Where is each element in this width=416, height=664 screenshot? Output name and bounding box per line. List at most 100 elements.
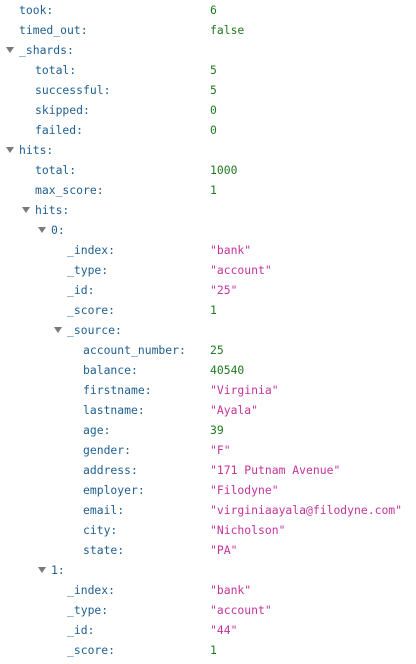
json-value: "Ayala" xyxy=(210,403,259,417)
json-key: failed: xyxy=(35,123,84,137)
expand-toggle-icon[interactable] xyxy=(54,327,62,333)
json-value: "Nicholson" xyxy=(210,523,286,537)
json-value: "account" xyxy=(210,603,272,617)
json-field-row: address: "171 Putnam Avenue" xyxy=(0,460,416,480)
json-key: balance: xyxy=(83,363,138,377)
json-node-row[interactable]: 1: xyxy=(0,560,416,580)
json-key: _index: xyxy=(67,583,116,597)
json-key: took: xyxy=(19,3,54,17)
json-key: employer: xyxy=(83,483,145,497)
json-key: _score: xyxy=(67,643,116,657)
json-value: "bank" xyxy=(210,583,252,597)
json-value: 40540 xyxy=(210,363,245,377)
json-key: _source: xyxy=(67,323,122,337)
json-key: _id: xyxy=(67,623,95,637)
json-value: 1 xyxy=(210,643,217,657)
json-value: "account" xyxy=(210,263,272,277)
json-field-row: _index: "bank" xyxy=(0,580,416,600)
json-value: "25" xyxy=(210,283,238,297)
json-field-row: state: "PA" xyxy=(0,540,416,560)
json-value: "Virginia" xyxy=(210,383,279,397)
expand-toggle-icon[interactable] xyxy=(38,567,46,573)
json-field-row: gender: "F" xyxy=(0,440,416,460)
json-field-row: employer: "Filodyne" xyxy=(0,480,416,500)
json-field-row: email: "virginiaayala@filodyne.com" xyxy=(0,500,416,520)
json-key: _index: xyxy=(67,243,116,257)
json-value: 39 xyxy=(210,423,224,437)
json-key: hits: xyxy=(19,143,54,157)
json-value: 6 xyxy=(210,3,217,17)
json-viewer: took: 6 timed_out: false _shards: total: 5 succ… xyxy=(0,0,416,664)
json-node-row[interactable]: hits: xyxy=(0,140,416,160)
json-field-row: city: "Nicholson" xyxy=(0,520,416,540)
json-field-row: _type: "account" xyxy=(0,260,416,280)
json-value: 1 xyxy=(210,183,217,197)
json-value: "44" xyxy=(210,623,238,637)
json-key: gender: xyxy=(83,443,132,457)
json-node-row[interactable]: _shards: xyxy=(0,40,416,60)
json-field-row: balance: 40540 xyxy=(0,360,416,380)
json-field-row: _id: "25" xyxy=(0,280,416,300)
json-key: skipped: xyxy=(35,103,90,117)
json-key: state: xyxy=(83,543,125,557)
json-field-row: firstname: "Virginia" xyxy=(0,380,416,400)
json-key: total: xyxy=(35,63,77,77)
json-field-row: age: 39 xyxy=(0,420,416,440)
json-field-row: _index: "bank" xyxy=(0,240,416,260)
json-key: lastname: xyxy=(83,403,145,417)
json-value: 1000 xyxy=(210,163,238,177)
json-key: timed_out: xyxy=(19,23,88,37)
expand-toggle-icon[interactable] xyxy=(6,47,14,53)
json-node-row[interactable]: 0: xyxy=(0,220,416,240)
json-value: 0 xyxy=(210,103,217,117)
json-node-row[interactable]: _source: xyxy=(0,320,416,340)
json-value: "171 Putnam Avenue" xyxy=(210,463,341,477)
json-key: _score: xyxy=(67,303,116,317)
json-value: false xyxy=(210,23,245,37)
json-field-row: _score: 1 xyxy=(0,300,416,320)
json-key: _shards: xyxy=(19,43,74,57)
json-field-row: _type: "account" xyxy=(0,600,416,620)
json-key: account_number: xyxy=(83,343,186,357)
json-key: 1: xyxy=(51,563,65,577)
json-key: _type: xyxy=(67,263,109,277)
json-value: "bank" xyxy=(210,243,252,257)
json-value: "F" xyxy=(210,443,231,457)
json-value: "PA" xyxy=(210,543,238,557)
json-value: 0 xyxy=(210,123,217,137)
json-key: address: xyxy=(83,463,138,477)
json-field-row: timed_out: false xyxy=(0,20,416,40)
json-field-row: _score: 1 xyxy=(0,640,416,660)
json-node-row[interactable]: hits: xyxy=(0,200,416,220)
json-field-row: _id: "44" xyxy=(0,620,416,640)
json-key: _id: xyxy=(67,283,95,297)
json-field-row: total: 5 xyxy=(0,60,416,80)
json-field-row: lastname: "Ayala" xyxy=(0,400,416,420)
json-field-row: max_score: 1 xyxy=(0,180,416,200)
json-value: "Filodyne" xyxy=(210,483,279,497)
expand-toggle-icon[interactable] xyxy=(22,207,30,213)
json-field-row: failed: 0 xyxy=(0,120,416,140)
expand-toggle-icon[interactable] xyxy=(6,147,14,153)
json-key: age: xyxy=(83,423,111,437)
json-value: 5 xyxy=(210,83,217,97)
json-field-row: successful: 5 xyxy=(0,80,416,100)
json-key: hits: xyxy=(35,203,70,217)
json-value: 5 xyxy=(210,63,217,77)
json-key: max_score: xyxy=(35,183,104,197)
json-key: total: xyxy=(35,163,77,177)
json-value: "virginiaayala@filodyne.com" xyxy=(210,503,403,517)
json-field-row: skipped: 0 xyxy=(0,100,416,120)
json-key: 0: xyxy=(51,223,65,237)
json-field-row: took: 6 xyxy=(0,0,416,20)
json-field-row: account_number: 25 xyxy=(0,340,416,360)
json-value: 1 xyxy=(210,303,217,317)
expand-toggle-icon[interactable] xyxy=(38,227,46,233)
json-key: city: xyxy=(83,523,118,537)
json-field-row: total: 1000 xyxy=(0,160,416,180)
json-key: email: xyxy=(83,503,125,517)
json-key: _type: xyxy=(67,603,109,617)
json-key: firstname: xyxy=(83,383,152,397)
json-key: successful: xyxy=(35,83,111,97)
json-value: 25 xyxy=(210,343,224,357)
